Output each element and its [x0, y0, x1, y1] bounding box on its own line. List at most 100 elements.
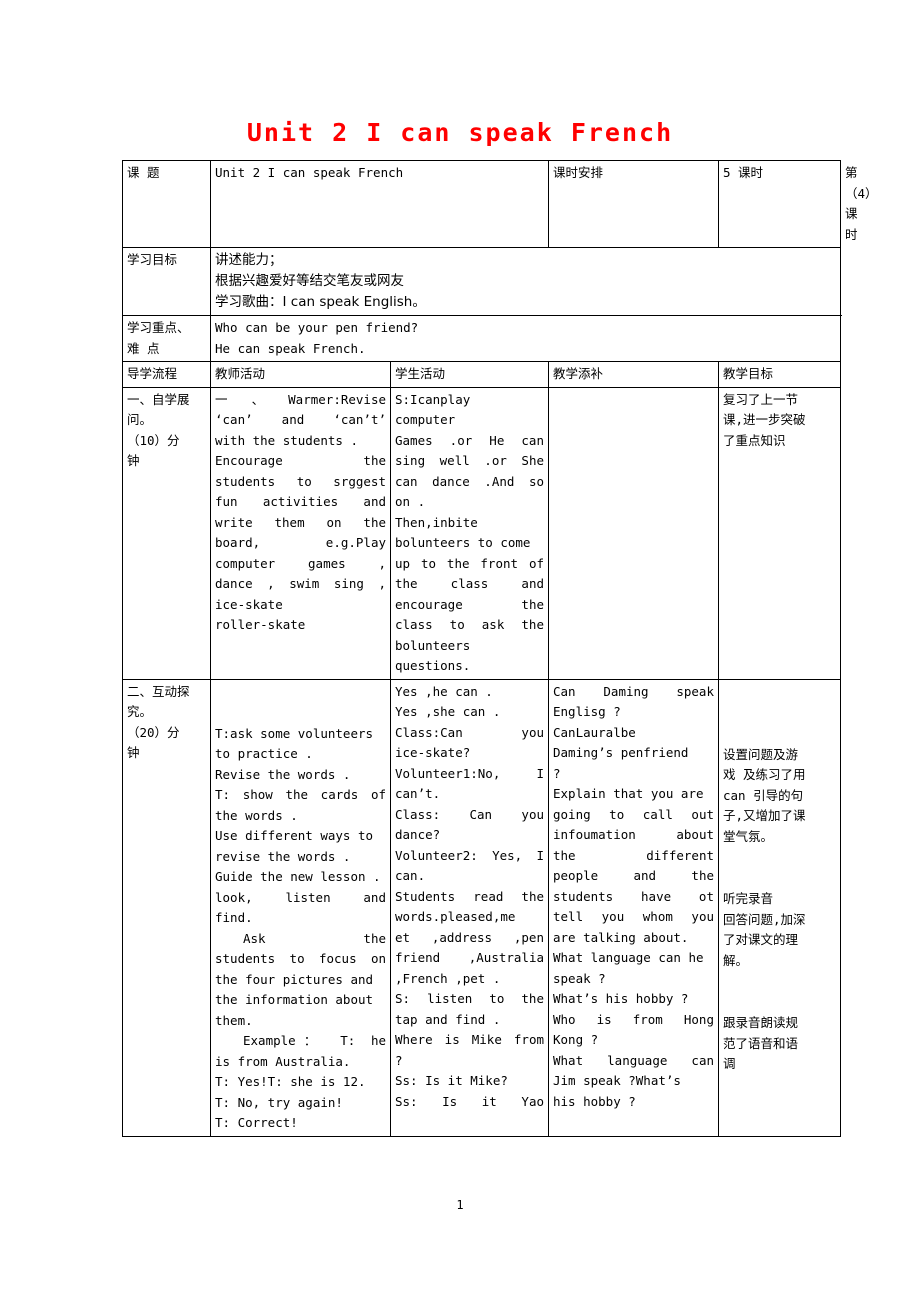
goal-cell-2-spacer-7: [723, 992, 836, 1013]
teacher-cell-1-line-7: write them on the: [215, 514, 386, 530]
goal-cell-2: 设置问题及游 戏 及练习了用 can 引导的句 子,又增加了课 堂气氛。 听完录…: [718, 678, 841, 1137]
teacher-cell-2-line-2: to practice .: [215, 746, 313, 761]
flow-cell-2-line-2: 究。: [127, 704, 153, 719]
flow-cell-1-line-1: 一、自学展: [127, 391, 190, 407]
focus-line-2: He can speak French.: [215, 340, 366, 356]
lesson-plan-table: 课 题 Unit 2 I can speak French 课时安排 5 课时 …: [122, 160, 878, 1137]
student-cell-2-line-3: Class:Can you: [395, 724, 544, 740]
column-header-teacher: 教师活动: [210, 361, 391, 388]
student-cell-2-line-1: Yes ,he can .: [395, 683, 493, 699]
table-row-focus: 学习重点、 难 点 Who can be your pen friend? He…: [122, 315, 841, 362]
teacher-cell-1: 一 、 Warmer:Revise ‘can’ and ‘can’t’ with…: [210, 386, 391, 680]
goal-cell-1-line-2: 课,进一步突破: [723, 412, 806, 427]
column-header-supplement: 教学添补: [548, 361, 719, 388]
goal-cell-2-a-line-4: 子,又增加了课: [723, 808, 806, 823]
student-cell-2-line-4: ice-skate?: [395, 745, 471, 760]
teacher-cell-2-line-14: the information about: [215, 992, 374, 1007]
focus-label-line-2: 难 点: [127, 340, 160, 356]
flow-cell-2-line-3: （20）分: [127, 724, 180, 740]
period-value: 5 课时: [718, 160, 841, 248]
goal-cell-2-b-line-3: 了对课文的理: [723, 932, 799, 947]
student-cell-2-line-21: Ss: Is it Yao: [395, 1093, 544, 1109]
period-value-text: 5 课时: [723, 165, 764, 180]
supplement-cell-1: [548, 386, 719, 680]
goal-cell-2-c-line-1: 跟录音朗读规: [723, 1015, 799, 1030]
student-cell-1-line-2: computer: [395, 412, 456, 427]
student-cell-1-line-7: Then,inbite: [395, 514, 478, 530]
supplement-cell-2-line-19: What language can: [553, 1052, 714, 1068]
supplement-cell-2-line-14: What language can he: [553, 950, 704, 965]
teacher-cell-1-line-5: students to srggest: [215, 473, 386, 489]
teacher-cell-2-line-17: is from Australia.: [215, 1053, 351, 1069]
teacher-cell-2-spacer: [215, 682, 386, 703]
supplement-cell-2-line-18: Kong ?: [553, 1032, 599, 1047]
objectives-line-3: 学习歌曲：I can speak English。: [215, 294, 426, 310]
student-cell-2-line-13: et ,address ,pen: [395, 929, 544, 945]
student-cell-2-line-14: friend ,Australia: [395, 950, 544, 965]
page-title: Unit 2 I can speak French: [246, 118, 674, 147]
student-cell-1-line-6: on .: [395, 494, 426, 509]
teacher-cell-2-line-3: Revise the words .: [215, 766, 351, 782]
flow-cell-1-line-4: 钟: [127, 453, 140, 468]
goal-cell-2-b-line-1: 听完录音: [723, 891, 774, 906]
student-cell-1-line-10: the class and: [395, 576, 544, 591]
goal-cell-1-line-3: 了重点知识: [723, 432, 786, 448]
document-page: Unit 2 I can speak French 课 题 Unit 2 I c…: [0, 0, 920, 1302]
flow-cell-1-line-2: 问。: [127, 412, 153, 427]
table-row-column-headers: 导学流程 教师活动 学生活动 教学添补 教学目标: [122, 361, 841, 388]
flow-cell-1: 一、自学展 问。 （10）分 钟: [122, 386, 211, 680]
teacher-cell-2-line-20: T: Correct!: [215, 1115, 298, 1130]
teacher-cell-2-line-19: T: No, try again!: [215, 1094, 343, 1110]
teacher-cell-1-line-6: fun activities and: [215, 494, 386, 509]
student-cell-1-line-5: can dance .And so: [395, 473, 544, 489]
teacher-cell-1-line-1: 一 、 Warmer:Revise: [215, 391, 386, 407]
student-cell-1-line-14: questions.: [395, 658, 471, 673]
teacher-cell-2-line-5: the words .: [215, 807, 298, 823]
teacher-cell-2-spacer-2: [215, 703, 386, 724]
supplement-cell-2-line-11: students have ot: [553, 888, 714, 904]
supplement-cell-2-line-10: people and the: [553, 868, 714, 883]
student-cell-2-line-16: S: listen to the: [395, 991, 544, 1006]
supplement-cell-2-line-9: the different: [553, 847, 714, 863]
student-cell-1-line-11: encourage the: [395, 596, 544, 612]
teacher-cell-2-line-9: look, listen and: [215, 889, 386, 905]
teacher-cell-2-line-10: find.: [215, 910, 253, 925]
goal-cell-2-b-line-4: 解。: [723, 952, 749, 968]
objectives-label: 学习目标: [122, 247, 211, 316]
student-cell-2-line-7: Class: Can you: [395, 806, 544, 822]
column-header-student: 学生活动: [390, 361, 549, 388]
page-number: 1: [456, 1198, 464, 1212]
student-cell-2-line-11: Students read the: [395, 888, 544, 904]
goal-cell-2-spacer-2: [723, 703, 836, 724]
supplement-cell-2-line-12: tell you whom you: [553, 909, 714, 924]
goal-cell-2-c-line-3: 调: [723, 1056, 736, 1071]
focus-value: Who can be your pen friend? He can speak…: [210, 315, 841, 362]
student-cell-1-line-9: up to the front of: [395, 555, 544, 571]
teacher-cell-2-line-13: the four pictures and: [215, 971, 374, 987]
student-cell-2-line-5: Volunteer1:No, I: [395, 765, 544, 781]
topic-label: 课 题: [122, 160, 211, 248]
teacher-cell-2-line-8: Guide the new lesson .: [215, 869, 381, 884]
supplement-cell-2-line-15: speak ?: [553, 970, 606, 986]
topic-value: Unit 2 I can speak French: [210, 160, 549, 248]
flow-cell-2-line-1: 二、互动探: [127, 683, 190, 699]
table-row-topic: 课 题 Unit 2 I can speak French 课时安排 5 课时 …: [122, 160, 878, 248]
teacher-cell-2-line-15: them.: [215, 1012, 253, 1028]
column-header-flow: 导学流程: [122, 361, 211, 388]
goal-cell-2-b-line-2: 回答问题,加深: [723, 911, 806, 927]
objectives-line-1: 讲述能力；: [215, 252, 283, 268]
teacher-cell-2-line-6: Use different ways to: [215, 828, 374, 843]
teacher-cell-2-line-18: T: Yes!T: she is 12.: [215, 1074, 366, 1089]
supplement-cell-2-line-1: Can Daming speak: [553, 683, 714, 699]
goal-cell-2-spacer-1: [723, 682, 836, 703]
goal-cell-1-line-1: 复习了上一节: [723, 391, 799, 407]
student-cell-2-line-20: Ss: Is it Mike?: [395, 1073, 508, 1088]
goal-cell-2-spacer-5: [723, 868, 836, 889]
goal-cell-2-a-line-2: 戏 及练习了用: [723, 767, 806, 782]
table-row-objectives: 学习目标 讲述能力； 根据兴趣爱好等结交笔友或网友 学习歌曲：I can spe…: [122, 247, 841, 316]
goal-cell-2-a-line-3: can 引导的句: [723, 787, 804, 803]
supplement-cell-2-line-4: Daming’s penfriend: [553, 745, 689, 760]
supplement-cell-2-line-20: Jim speak ?What’s: [553, 1073, 681, 1088]
teacher-cell-1-line-2: ‘can’ and ‘can’t’: [215, 412, 386, 427]
student-cell-1-line-13: bolunteers: [395, 637, 471, 653]
